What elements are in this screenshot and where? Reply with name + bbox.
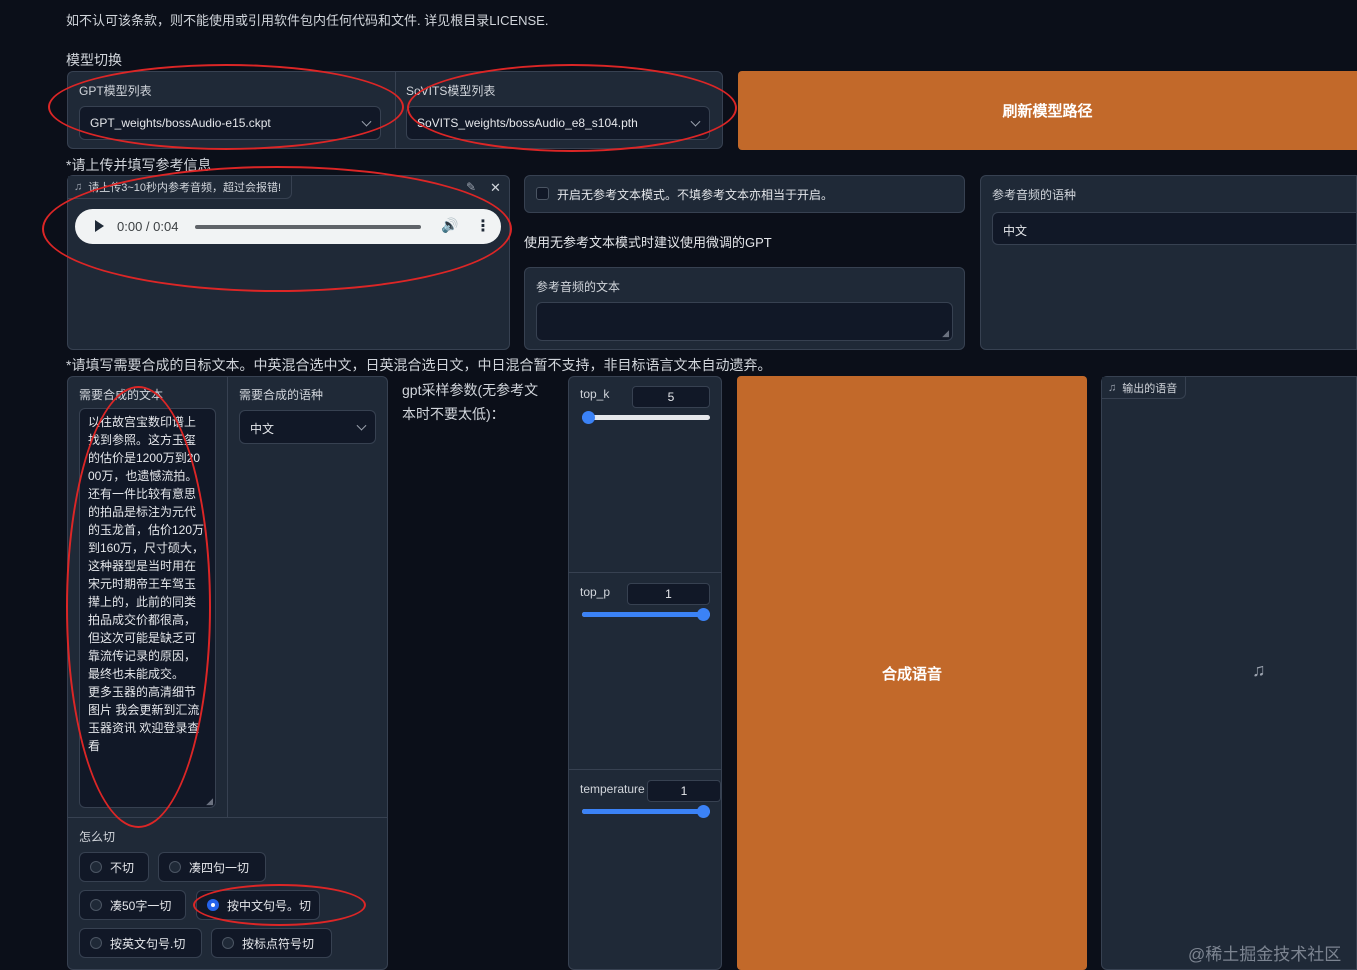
gpt-params-label: gpt采样参数(无参考文本时不要太低)： [402,382,539,422]
top-k-slider-knob[interactable] [582,411,595,424]
audio-progress-bar[interactable] [195,225,421,229]
synthesis-section-title: *请填写需要合成的目标文本。中英混合选中文，日英混合选日文，中日混合暂不支持，非… [66,357,772,373]
top-p-input[interactable]: 1 [627,583,710,605]
radio-dot-icon[interactable] [90,861,102,873]
sovits-model-label: SoVITS模型列表 [406,84,496,98]
ref-lang-label: 参考音频的语种 [992,188,1077,202]
gpt-model-value: GPT_weights/bossAudio-e15.ckpt [90,116,271,130]
target-lang-dropdown[interactable]: 中文 [239,410,376,444]
radio-cut-50-chars[interactable]: 凑50字一切 [79,890,186,920]
top-p-slider-fill [582,612,704,617]
model-switch-title: 模型切换 [66,52,122,68]
music-note-icon: ♫ [1108,381,1117,394]
sovits-model-dropdown[interactable]: SoVITS_weights/bossAudio_e8_s104.pth [406,106,710,140]
audio-time: 0:00 / 0:04 [117,219,179,234]
model-panel-divider [395,72,396,148]
chevron-down-icon [361,116,372,127]
no-ref-hint: 使用无参考文本模式时建议使用微调的GPT [524,235,772,250]
gpt-model-label: GPT模型列表 [79,84,152,98]
temperature-slider-knob[interactable] [697,805,710,818]
target-text-input[interactable]: 以往故宫宝数印谱上找到参照。这方玉玺的估价是1200万到2000万，也遗憾流拍。… [79,408,216,808]
reference-audio-label: 请上传3~10秒内参考音频，超过会报错! [88,182,282,194]
radio-cut-punctuation[interactable]: 按标点符号切 [211,928,332,958]
temperature-input[interactable]: 1 [647,780,721,802]
ref-text-label: 参考音频的文本 [536,280,621,294]
license-notice: 如不认可该条款，则不能使用或引用软件包内任何代码和文件. 详见根目录LICENS… [66,13,549,28]
top-p-label: top_p [580,585,611,599]
ref-lang-dropdown[interactable]: 中文 [992,212,1357,245]
radio-dot-icon[interactable] [169,861,181,873]
cut-divider [68,817,387,818]
chevron-down-icon [356,420,367,431]
sampling-params-panel [568,376,722,970]
temperature-label: temperature [580,782,645,796]
target-lang-value: 中文 [250,422,275,436]
radio-label: 按标点符号切 [242,936,315,951]
synthesize-button[interactable]: 合成语音 [737,376,1087,970]
radio-dot-icon[interactable] [222,937,234,949]
chevron-down-icon [690,116,701,127]
radio-dot-icon[interactable] [90,899,102,911]
no-ref-checkbox[interactable] [536,187,549,200]
temperature-slider[interactable] [582,805,710,818]
target-text-label: 需要合成的文本 [79,388,164,402]
ref-text-input[interactable]: ◢ [536,302,953,341]
target-text-value: 以往故宫宝数印谱上找到参照。这方玉玺的估价是1200万到2000万，也遗憾流拍。… [88,415,205,753]
volume-icon[interactable]: 🔊 [441,217,458,234]
resize-handle-icon[interactable]: ◢ [206,796,213,807]
radio-cut-english-period[interactable]: 按英文句号.切 [79,928,202,958]
edit-icon[interactable]: ✎ [466,180,476,194]
sovits-model-value: SoVITS_weights/bossAudio_e8_s104.pth [417,116,638,130]
top-k-input[interactable]: 5 [632,386,710,408]
top-k-label: top_k [580,387,610,401]
temperature-slider-fill [582,809,704,814]
reference-section-title: *请上传并填写参考信息 [66,157,212,173]
radio-label: 按中文句号。切 [227,898,312,913]
output-audio-tag: ♫ 输出的语音 [1102,377,1187,399]
music-note-icon: ♫ [1252,660,1266,680]
radio-label: 不切 [110,860,135,875]
radio-cut-four-sentences[interactable]: 凑四句一切 [158,852,266,882]
top-p-slider[interactable] [582,608,710,621]
audio-player[interactable]: 0:00 / 0:04 🔊 ⋮ [75,209,501,244]
no-ref-checkbox-label: 开启无参考文本模式。不填参考文本亦相当于开启。 [557,188,834,202]
target-lang-label: 需要合成的语种 [239,388,324,402]
slider-divider [569,769,721,770]
more-options-icon[interactable]: ⋮ [475,216,491,236]
radio-label: 按英文句号.切 [110,936,186,951]
reference-audio-tag: ♫ 请上传3~10秒内参考音频，超过会报错! [68,176,293,199]
radio-cut-none[interactable]: 不切 [79,852,149,882]
slider-divider [569,572,721,573]
output-audio-label: 输出的语音 [1122,382,1178,395]
resize-handle-icon[interactable]: ◢ [942,328,949,339]
top-p-slider-knob[interactable] [697,608,710,621]
radio-label: 凑四句一切 [189,860,250,875]
radio-label: 凑50字一切 [110,898,172,913]
refresh-model-button[interactable]: 刷新模型路径 [738,71,1357,150]
ref-lang-value: 中文 [1003,224,1028,238]
radio-dot-icon[interactable] [207,899,219,911]
cut-method-label: 怎么切 [79,830,116,844]
top-k-slider[interactable] [582,411,710,424]
close-icon[interactable]: ✕ [490,180,501,196]
radio-dot-icon[interactable] [90,937,102,949]
watermark: @稀土掘金技术社区 [1188,945,1342,964]
reference-audio-panel [67,175,510,350]
music-note-icon: ♫ [74,181,83,193]
radio-cut-chinese-period[interactable]: 按中文句号。切 [196,890,320,920]
output-audio-panel [1101,376,1357,970]
target-panel-divider [227,377,228,817]
gpt-model-dropdown[interactable]: GPT_weights/bossAudio-e15.ckpt [79,106,381,140]
play-icon[interactable] [95,220,104,232]
